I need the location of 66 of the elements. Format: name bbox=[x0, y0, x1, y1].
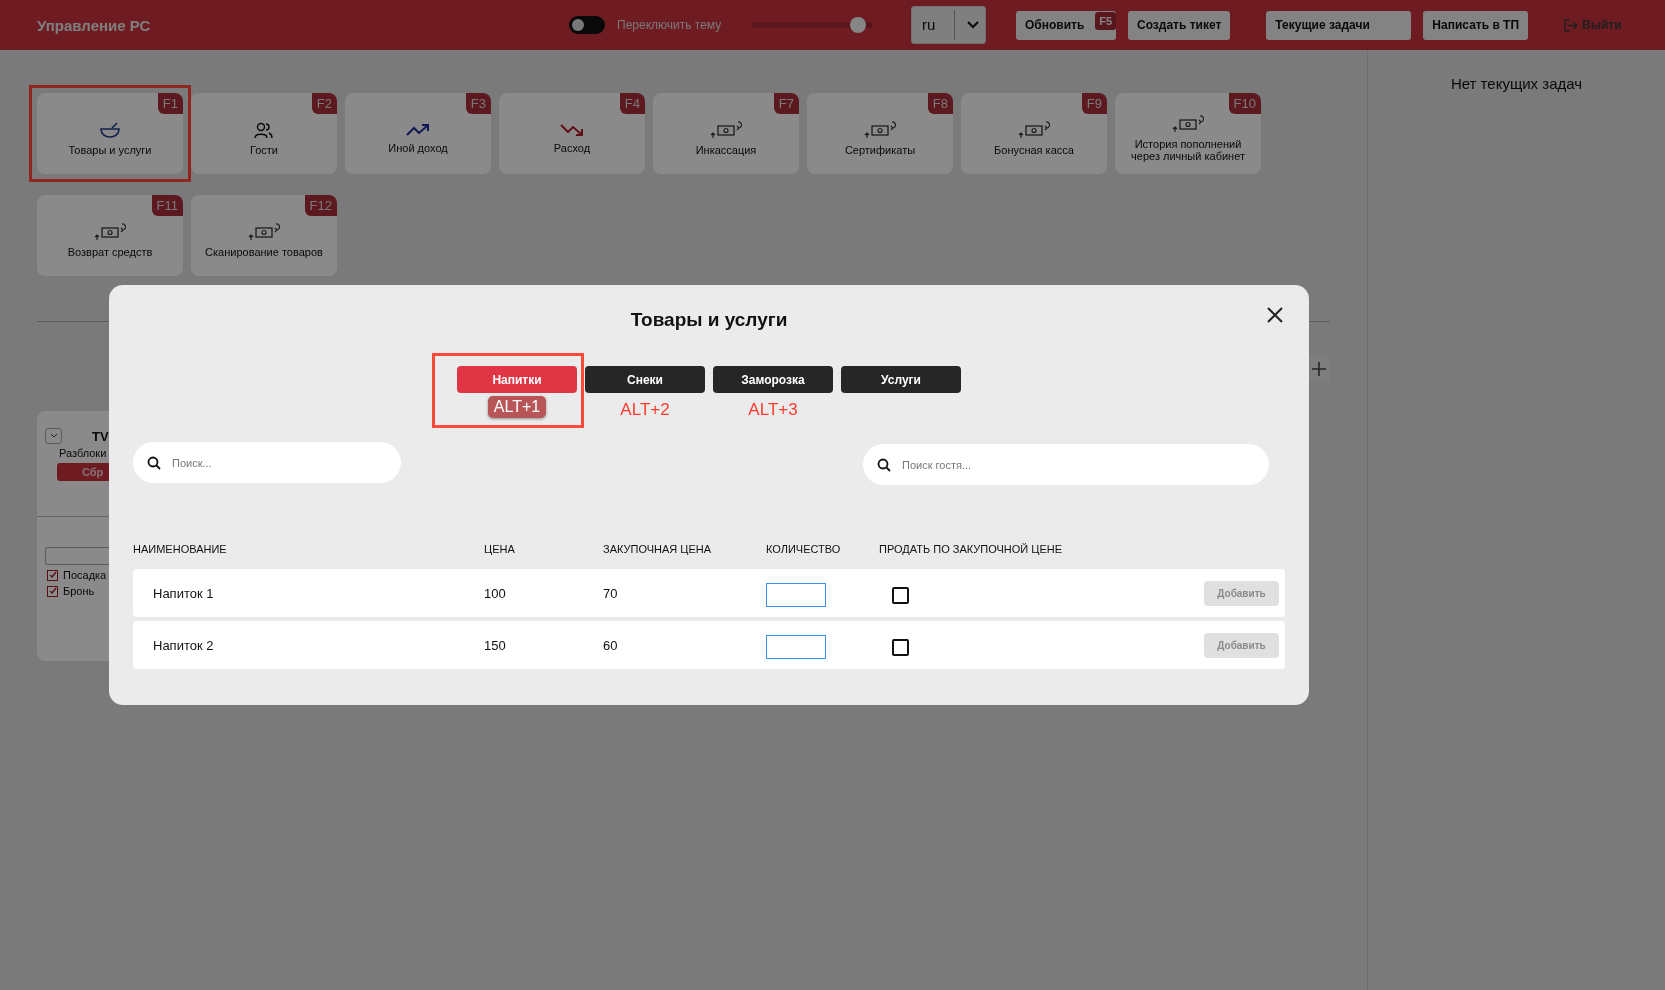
checkbox-label: Посадка bbox=[63, 569, 107, 581]
language-select[interactable]: ru bbox=[911, 6, 986, 44]
money-exchange-icon bbox=[1172, 114, 1204, 133]
theme-toggle[interactable] bbox=[569, 16, 605, 34]
app-title: Управление РС bbox=[37, 16, 152, 34]
modal-title: Товары и услуги bbox=[630, 309, 788, 331]
header-button[interactable]: Обновить F5 bbox=[1016, 10, 1116, 40]
logout-icon bbox=[1564, 18, 1579, 32]
table-cell-text: Напиток 1 bbox=[152, 585, 215, 601]
pc-status: Разблоки bbox=[59, 447, 108, 459]
hotkey-badge: F1 bbox=[157, 93, 183, 114]
quantity-field[interactable] bbox=[766, 583, 826, 607]
table-cell-text: 150 bbox=[484, 637, 507, 653]
hotkey-badge: F2 bbox=[311, 93, 337, 114]
category-tab[interactable]: Снеки bbox=[585, 366, 705, 393]
caret-icon bbox=[966, 20, 980, 30]
category-tab[interactable]: Заморозка bbox=[713, 366, 833, 393]
theme-toggle-label: Переключить тему bbox=[617, 18, 722, 32]
header-button[interactable]: Написать в ТП bbox=[1423, 10, 1529, 40]
hotkey-badge: F4 bbox=[619, 93, 645, 114]
chevron-icon[interactable] bbox=[45, 428, 62, 444]
empty-tasks-text: Нет текущих задач bbox=[1450, 75, 1583, 94]
add-button[interactable] bbox=[1308, 357, 1330, 381]
category-tab[interactable]: Услуги bbox=[841, 366, 961, 393]
search-field[interactable]: Поиск... bbox=[133, 442, 401, 483]
header-button[interactable]: Текущие задачи bbox=[1266, 10, 1412, 40]
shortcut-hint: ALT+3 bbox=[748, 400, 798, 420]
column-header: ПРОДАТЬ ПО ЗАКУПОЧНОЙ ЦЕНЕ bbox=[879, 543, 1064, 555]
hotkey-badge: F9 bbox=[1081, 93, 1107, 114]
column-header: КОЛИЧЕСТВО bbox=[766, 543, 842, 555]
column-header: ЦЕНА bbox=[484, 543, 516, 555]
hotkey-badge: F11 bbox=[151, 195, 183, 216]
trend-up-icon bbox=[406, 122, 430, 137]
bowl-icon bbox=[99, 120, 121, 139]
table-cell-text: 100 bbox=[484, 585, 507, 601]
hotkey-badge: F3 bbox=[465, 93, 491, 114]
shortcut-hint: ALT+1 bbox=[487, 396, 547, 418]
money-exchange-icon bbox=[248, 222, 280, 241]
checkbox[interactable] bbox=[47, 569, 58, 581]
column-header: НАИМЕНОВАНИЕ bbox=[133, 543, 228, 555]
slider-handle[interactable] bbox=[849, 17, 866, 33]
hotkey-badge: F10 bbox=[1228, 93, 1261, 114]
checkbox-label: Бронь bbox=[63, 585, 95, 597]
table-cell-text: Напиток 2 bbox=[152, 637, 215, 653]
search-icon bbox=[877, 458, 891, 472]
money-exchange-icon bbox=[710, 120, 742, 139]
column-header: ЗАКУПОЧНАЯ ЦЕНА bbox=[603, 543, 713, 555]
trend-down-icon bbox=[560, 122, 584, 137]
category-tab[interactable]: Напитки bbox=[457, 366, 577, 393]
hotkey-badge: F12 bbox=[304, 195, 337, 216]
guest-search-field[interactable]: Поиск гостя... bbox=[863, 444, 1269, 485]
quantity-field[interactable] bbox=[766, 635, 826, 659]
table-cell-text: 60 bbox=[603, 637, 619, 653]
close-icon[interactable] bbox=[1267, 307, 1283, 323]
people-icon bbox=[253, 120, 275, 139]
hotkey-badge: F7 bbox=[773, 93, 799, 114]
pc-name: TV bbox=[92, 428, 109, 444]
header-button[interactable]: Создать тикет bbox=[1128, 10, 1231, 40]
checkbox[interactable] bbox=[47, 585, 58, 597]
money-exchange-icon bbox=[864, 120, 896, 139]
table-cell-text: 70 bbox=[603, 585, 619, 601]
shortcut-hint: ALT+2 bbox=[620, 400, 670, 420]
money-exchange-icon bbox=[94, 222, 126, 241]
hotkey-badge: F8 bbox=[927, 93, 953, 114]
money-exchange-icon bbox=[1018, 120, 1050, 139]
search-icon bbox=[147, 456, 161, 470]
